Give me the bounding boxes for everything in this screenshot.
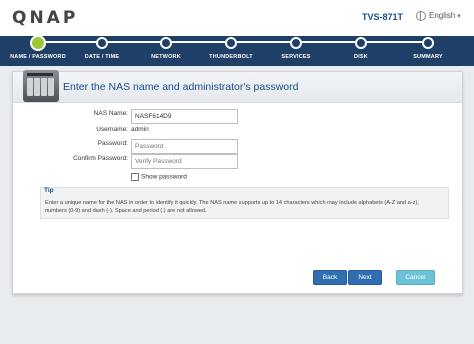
wizard-steps: NAME / PASSWORD DATE / TIME NETWORK THUNDER… [0,35,474,66]
language-label: English [429,11,456,21]
step-dot-1 [30,35,46,51]
step-label-6: DISK [354,54,368,60]
panel-header: Enter the NAS name and administrator's p… [13,70,462,103]
tip-title: Tip [44,187,54,194]
step-dot-3 [160,37,172,49]
show-password-label: Show password [141,173,187,181]
step-dot-7 [422,37,434,49]
confirm-password-label: Confirm Password: [73,155,128,162]
step-dot-4 [225,37,237,49]
tip-box: Tip Enter a unique name for the NAS in o… [40,187,449,219]
step-label-1: NAME / PASSWORD [10,54,66,60]
nas-device-icon [23,70,59,102]
step-label-3: NETWORK [151,54,181,60]
username-row: Username: admin [13,125,462,139]
model-name: TVS-871T [362,12,404,22]
username-value: admin [131,126,149,133]
show-password-toggle[interactable]: Show password [131,173,187,181]
wizard-panel: Enter the NAS name and administrator's p… [12,70,463,294]
step-label-2: DATE / TIME [84,54,120,60]
show-password-checkbox[interactable] [131,173,139,181]
step-dot-6 [355,37,367,49]
confirm-password-row: Confirm Password: Verify Password [13,154,462,169]
step-label-4: THUNDERBOLT [209,54,253,60]
step-label-5: SERVICES [281,54,311,60]
nas-name-label: NAS Name: [93,110,128,117]
nas-name-row: NAS Name: NASF614D9 [13,109,462,124]
confirm-password-field[interactable]: Verify Password [131,154,238,169]
step-dot-5 [290,37,302,49]
password-label: Password: [97,140,128,147]
top-bar: QNAP TVS-871T English ▾ [0,0,474,36]
tip-text: Enter a unique name for the NAS in order… [45,200,419,214]
globe-icon [416,11,426,21]
password-field[interactable]: Password [131,139,238,154]
nas-name-input[interactable]: NASF614D9 [131,109,238,124]
language-selector[interactable]: English ▾ [416,11,461,21]
cancel-button[interactable]: Cancel [396,270,435,285]
chevron-down-icon: ▾ [457,13,461,21]
step-label-7: SUMMARY [413,54,443,60]
page-title: Enter the NAS name and administrator's p… [63,81,299,93]
password-row: Password: Password [13,139,462,154]
qnap-logo: QNAP [12,8,79,28]
username-label: Username: [96,126,128,133]
back-button[interactable]: Back [313,270,347,285]
step-dot-2 [96,37,108,49]
next-button[interactable]: Next [348,270,382,285]
